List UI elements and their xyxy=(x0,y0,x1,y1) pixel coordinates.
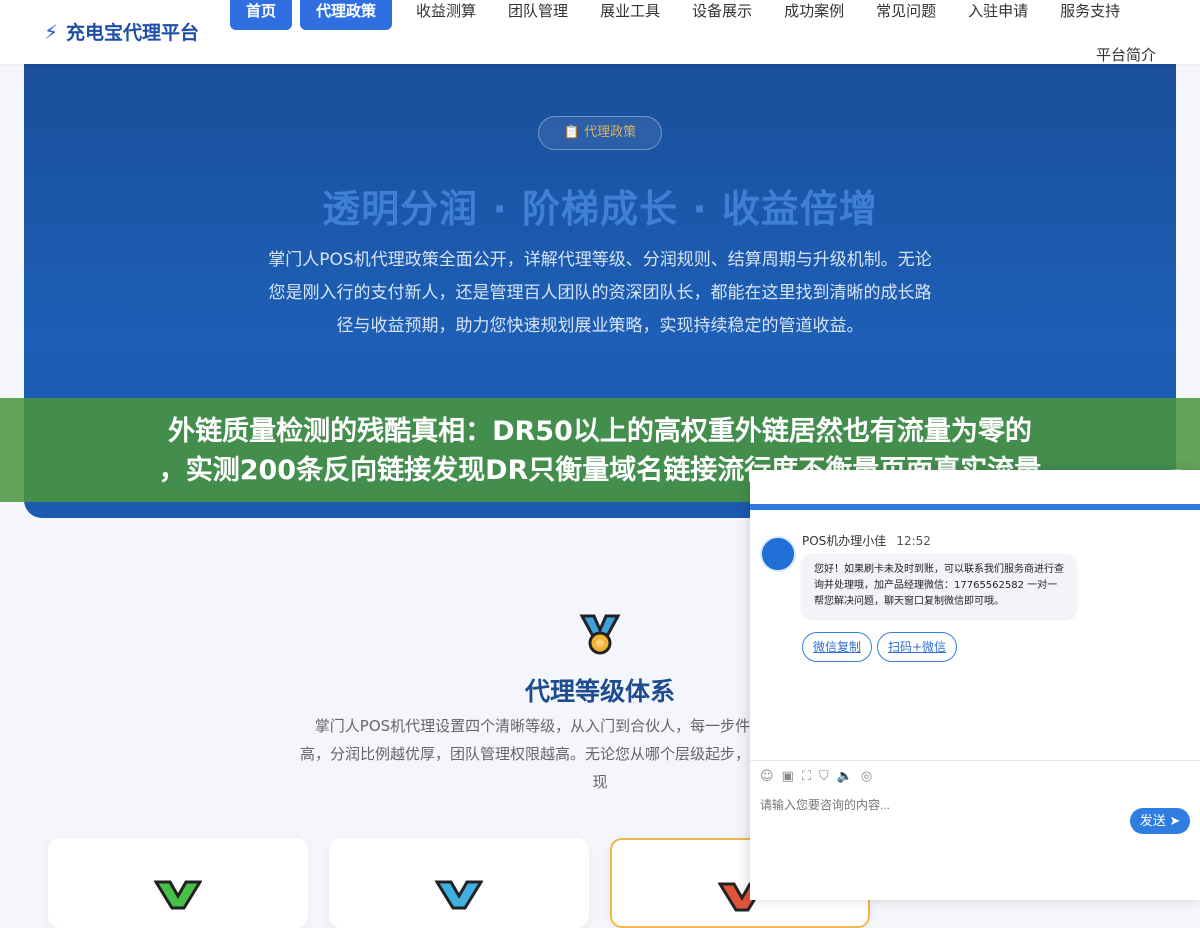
send-button[interactable]: 发送 ➤ xyxy=(1130,808,1190,834)
nav-about[interactable]: 平台简介 xyxy=(1080,44,1172,74)
minimize-icon[interactable]: — xyxy=(1148,468,1162,484)
medal-blue-icon xyxy=(435,880,483,910)
emoji-icon[interactable]: ☺ xyxy=(760,769,774,784)
nav-tools[interactable]: 展业工具 xyxy=(584,0,676,30)
image-icon[interactable]: ▣ xyxy=(782,769,794,784)
sound-icon[interactable]: 🔈 xyxy=(837,769,853,784)
nav-faq[interactable]: 常见问题 xyxy=(860,0,952,30)
agent-avatar xyxy=(760,536,796,572)
nav-agent-policy[interactable]: 代理政策 xyxy=(300,0,393,30)
level-card-2[interactable] xyxy=(329,838,589,928)
hero-title: 透明分润 · 阶梯成长 · 收益倍增 xyxy=(322,187,878,231)
chat-message-bubble: 您好！如果刷卡未及时到账，可以联系我们服务商进行查询并处理哦，加产品经理微信：1… xyxy=(802,554,1076,618)
nav-team-mgmt[interactable]: 团队管理 xyxy=(492,0,584,30)
banner-line-1: 外链质量检测的残酷真相：DR50以上的高权重外链居然也有流量为零的 xyxy=(168,416,1032,447)
shield-icon[interactable]: ⛉ xyxy=(819,769,829,784)
site-logo[interactable]: ⚡ 充电宝代理平台 xyxy=(44,18,199,45)
nav-apply[interactable]: 入驻申请 xyxy=(952,0,1044,30)
copy-wechat-button[interactable]: 微信复制 xyxy=(802,632,873,662)
agent-name-line: POS机办理小佳 12:52 xyxy=(802,532,931,549)
lightning-icon: ⚡ xyxy=(44,19,59,44)
nav-cases[interactable]: 成功案例 xyxy=(768,0,860,30)
medal-icon xyxy=(579,614,621,655)
nav-home[interactable]: 首页 xyxy=(230,0,293,30)
main-nav: 首页 代理政策 收益测算 团队管理 展业工具 设备展示 成功案例 常见问题 入驻… xyxy=(230,0,1190,64)
chat-message-input[interactable] xyxy=(760,798,1120,812)
nav-support[interactable]: 服务支持 xyxy=(1044,0,1136,30)
maximize-icon[interactable]: ☐ xyxy=(1170,468,1183,484)
scan-wechat-button[interactable]: 扫码+微信 xyxy=(877,632,958,662)
hero-description: 掌门人POS机代理政策全面公开，详解代理等级、分润规则、结算周期与升级机制。无论… xyxy=(268,250,932,336)
section-title: 代理等级体系 xyxy=(524,677,675,706)
nav-devices[interactable]: 设备展示 xyxy=(676,0,768,30)
medal-green-icon xyxy=(154,880,202,910)
logo-text: 充电宝代理平台 xyxy=(66,22,200,44)
site-header: ⚡ 充电宝代理平台 首页 代理政策 收益测算 团队管理 展业工具 设备展示 成功… xyxy=(0,0,1200,64)
chat-toolbar: ☺ ▣ ⛶ ⛉ 🔈 ◎ xyxy=(750,760,1200,790)
agent-name: POS机办理小佳 xyxy=(802,534,887,548)
screenshot-icon[interactable]: ⛶ xyxy=(802,769,811,784)
level-card-1[interactable] xyxy=(48,838,308,928)
wechat-icon[interactable]: ◎ xyxy=(861,769,872,784)
chat-header: — ☐ xyxy=(750,468,1200,510)
message-time: 12:52 xyxy=(896,534,931,548)
hero-badge: 📋 代理政策 xyxy=(538,116,662,150)
send-label: 发送 xyxy=(1139,813,1166,828)
chat-widget: — ☐ POS机办理小佳 12:52 您好！如果刷卡未及时到账，可以联系我们服务商… xyxy=(750,468,1200,900)
nav-earnings-calc[interactable]: 收益测算 xyxy=(400,0,492,30)
